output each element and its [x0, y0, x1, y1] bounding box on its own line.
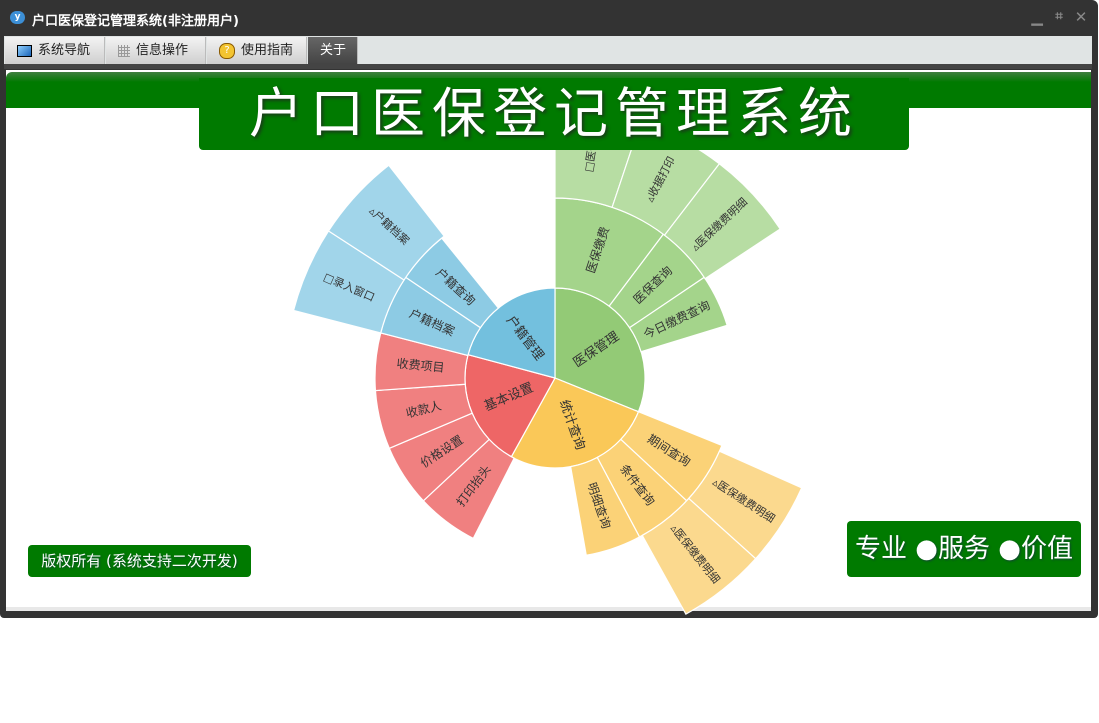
copyright-badge: 版权所有 (系统支持二次开发) [28, 545, 251, 577]
system-title-banner: 户口医保登记管理系统 [199, 78, 909, 150]
slogan-badge: 专业 ●服务 ●价值 [847, 521, 1081, 577]
